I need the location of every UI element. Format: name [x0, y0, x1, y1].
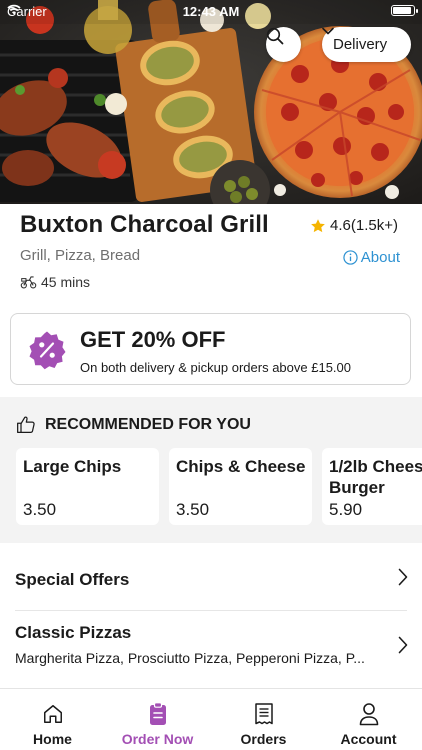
- tab-label: Home: [33, 731, 72, 747]
- rating-count: (1.5k+): [350, 217, 398, 234]
- scooter-icon: [20, 276, 37, 289]
- tab-account[interactable]: Account: [316, 689, 421, 750]
- about-link[interactable]: About: [343, 249, 400, 266]
- home-icon: [43, 705, 62, 723]
- tab-label: Account: [340, 731, 397, 747]
- recommended-item-card[interactable]: Chips & Cheese 3.50: [169, 448, 312, 525]
- recommended-item-card[interactable]: Large Chips 3.50: [16, 448, 159, 525]
- menu-category-title: Classic Pizzas: [15, 623, 132, 642]
- recommended-item-name: 1/2lb Chees Burger: [329, 457, 422, 497]
- star-icon: [311, 218, 325, 232]
- order-mode-value: Delivery: [333, 36, 388, 53]
- offer-title: GET 20% OFF: [80, 327, 226, 352]
- restaurant-hero-image: Carrier 12:43 AM Delivery: [0, 0, 422, 204]
- delivery-time-value: 45 mins: [41, 274, 91, 290]
- status-time: 12:43 AM: [182, 4, 240, 19]
- restaurant-categories: Grill, Pizza, Bread: [20, 247, 141, 264]
- recommended-item-card[interactable]: 1/2lb Chees Burger 5.90: [322, 448, 422, 525]
- info-icon: [343, 250, 358, 265]
- tab-label: Orders: [240, 731, 287, 747]
- tab-home[interactable]: Home: [0, 689, 105, 750]
- order-mode-select[interactable]: Delivery: [322, 27, 411, 62]
- recommended-item-name: Large Chips: [23, 457, 122, 476]
- offer-subtitle: On both delivery & pickup orders above £…: [80, 360, 352, 375]
- recommended-item-name: Chips & Cheese: [176, 457, 306, 476]
- tab-order-now[interactable]: Order Now: [105, 689, 210, 750]
- restaurant-name: Buxton Charcoal Grill: [20, 211, 269, 238]
- bottom-tab-bar: Home Order Now Orders Account: [0, 688, 422, 750]
- percent-badge-icon: [29, 331, 66, 370]
- discount-offer-card[interactable]: GET 20% OFF On both delivery & pickup or…: [10, 313, 411, 385]
- search-icon: [266, 27, 284, 45]
- receipt-icon: [254, 703, 273, 725]
- menu-category-description: Margherita Pizza, Prosciutto Pizza, Pepp…: [15, 650, 365, 666]
- user-icon: [359, 703, 378, 726]
- search-button[interactable]: [266, 27, 301, 62]
- recommended-item-price: 3.50: [176, 500, 210, 519]
- chevron-right-icon: [398, 636, 408, 654]
- menu-category-special-offers[interactable]: Special Offers: [0, 543, 422, 611]
- menu-category-title: Special Offers: [15, 570, 130, 589]
- about-label: About: [360, 249, 400, 266]
- status-bar: Carrier 12:43 AM: [0, 0, 422, 22]
- order-list-icon: [149, 702, 166, 725]
- thumbs-up-icon: [17, 416, 35, 434]
- chevron-down-icon: [322, 27, 334, 35]
- recommended-section: RECOMMENDED FOR YOU Large Chips 3.50 Chi…: [0, 397, 422, 543]
- battery-icon: [391, 5, 418, 16]
- chevron-right-icon: [398, 568, 408, 586]
- tab-orders[interactable]: Orders: [211, 689, 316, 750]
- delivery-time: 45 mins: [20, 274, 90, 290]
- restaurant-rating: 4.6 (1.5k+): [310, 217, 398, 234]
- menu-category-classic-pizzas[interactable]: Classic Pizzas Margherita Pizza, Prosciu…: [0, 611, 422, 687]
- rating-value: 4.6: [330, 217, 351, 234]
- recommended-item-price: 3.50: [23, 500, 57, 519]
- tab-label: Order Now: [121, 731, 194, 747]
- recommended-title: RECOMMENDED FOR YOU: [45, 415, 251, 433]
- recommended-item-price: 5.90: [329, 500, 363, 519]
- recommended-heading: RECOMMENDED FOR YOU: [16, 415, 251, 434]
